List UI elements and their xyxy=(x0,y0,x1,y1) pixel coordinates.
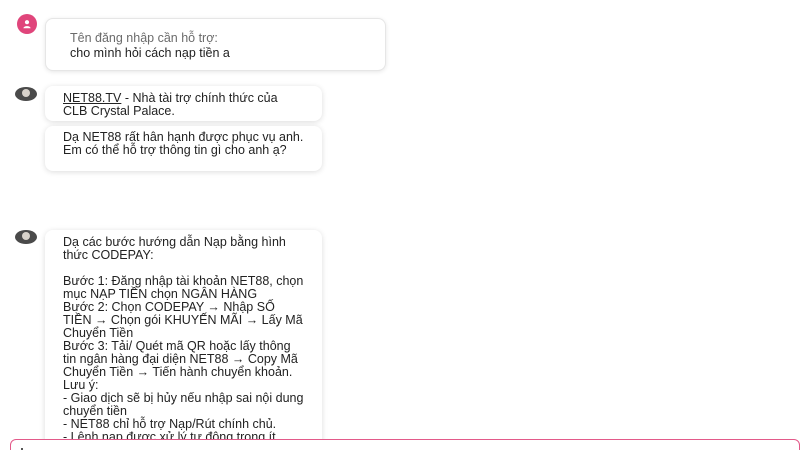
agent-message-bubble: Dạ các bước hướng dẫn Nạp bằng hình thức… xyxy=(45,230,322,450)
agent-message-bubble: Dạ NET88 rất hân hạnh được phục vụ anh. … xyxy=(45,126,322,171)
username-label: Tên đăng nhập cần hỗ trợ: xyxy=(70,31,218,45)
message-input[interactable] xyxy=(10,439,800,450)
user-icon xyxy=(23,20,31,29)
user-message-text: cho mình hỏi cách nạp tiền a xyxy=(70,46,230,60)
user-avatar-icon xyxy=(17,14,37,34)
chat-window: Tên đăng nhập cần hỗ trợ: cho mình hỏi c… xyxy=(0,0,800,450)
agent-message-bubble: NET88.TV - Nhà tài trợ chính thức của CL… xyxy=(45,86,322,121)
user-message-bubble: Tên đăng nhập cần hỗ trợ: cho mình hỏi c… xyxy=(45,18,386,71)
agent-avatar-icon xyxy=(15,87,37,101)
net88-link[interactable]: NET88.TV xyxy=(63,91,121,105)
agent-avatar-icon xyxy=(15,230,37,244)
